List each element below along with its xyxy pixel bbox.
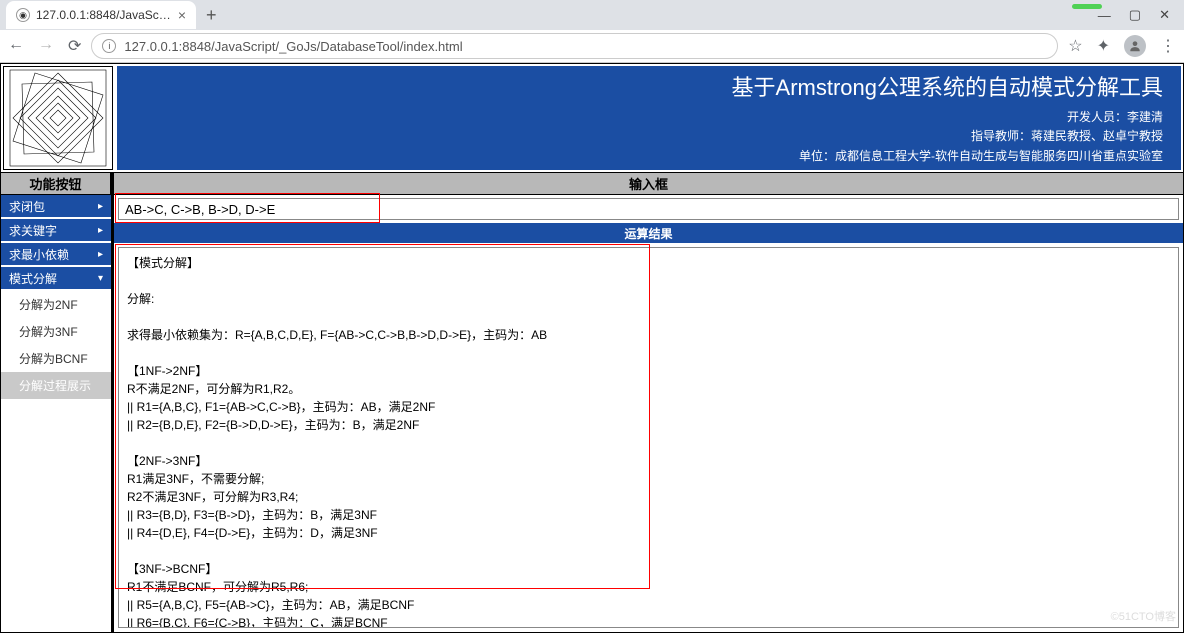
browser-chrome: ◉ 127.0.0.1:8848/JavaScript/_Go… × + — ▢… — [0, 0, 1184, 63]
sidebar-sub-bcnf[interactable]: 分解为BCNF — [1, 345, 111, 372]
sidebar-item-label: 求闭包 — [9, 198, 45, 215]
new-tab-button[interactable]: + — [196, 5, 227, 26]
close-icon[interactable]: × — [178, 7, 186, 23]
banner-dev: 开发人员：李建清 — [799, 108, 1163, 127]
result-output: 【模式分解】 分解: 求得最小依赖集为：R={A,B,C,D,E}, F={AB… — [118, 247, 1179, 628]
window-traffic-indicator — [1072, 4, 1102, 9]
kebab-menu-icon[interactable]: ⋮ — [1160, 36, 1176, 56]
browser-tab[interactable]: ◉ 127.0.0.1:8848/JavaScript/_Go… × — [6, 1, 196, 29]
sidebar-item-label: 求最小依赖 — [9, 246, 69, 263]
minimize-icon[interactable]: — — [1098, 8, 1111, 23]
result-section-header: 运算结果 — [114, 223, 1183, 243]
extensions-icon[interactable]: ✦ — [1097, 36, 1110, 56]
chevron-down-icon — [98, 273, 103, 284]
sidebar: 功能按钮 求闭包 求关键字 求最小依赖 模式分解 分解为2NF 分解为3NF 分… — [1, 173, 113, 632]
tab-title: 127.0.0.1:8848/JavaScript/_Go… — [36, 8, 172, 22]
sidebar-item-closure[interactable]: 求闭包 — [1, 195, 111, 219]
sidebar-item-decompose[interactable]: 模式分解 — [1, 267, 111, 291]
page-banner: 基于Armstrong公理系统的自动模式分解工具 开发人员：李建清 指导教师：蒋… — [0, 63, 1184, 173]
sidebar-header: 功能按钮 — [1, 173, 111, 195]
close-window-icon[interactable]: ✕ — [1159, 7, 1170, 23]
back-icon[interactable]: ← — [8, 36, 24, 56]
banner-content: 基于Armstrong公理系统的自动模式分解工具 开发人员：李建清 指导教师：蒋… — [117, 66, 1181, 170]
bookmark-icon[interactable]: ☆ — [1068, 36, 1082, 56]
reload-icon[interactable]: ⟳ — [68, 36, 81, 56]
input-section-header: 输入框 — [114, 173, 1183, 195]
page-title: 基于Armstrong公理系统的自动模式分解工具 — [732, 70, 1163, 102]
chevron-right-icon — [98, 249, 103, 260]
profile-avatar-icon[interactable] — [1124, 35, 1146, 57]
address-bar: ← → ⟳ i 127.0.0.1:8848/JavaScript/_GoJs/… — [0, 30, 1184, 62]
sidebar-sub-3nf[interactable]: 分解为3NF — [1, 318, 111, 345]
chevron-right-icon — [98, 225, 103, 236]
url-text: 127.0.0.1:8848/JavaScript/_GoJs/Database… — [124, 39, 462, 54]
maximize-icon[interactable]: ▢ — [1129, 7, 1141, 23]
fd-input[interactable] — [118, 198, 1179, 220]
chevron-right-icon — [98, 201, 103, 212]
sidebar-item-label: 模式分解 — [9, 270, 57, 287]
tab-strip: ◉ 127.0.0.1:8848/JavaScript/_Go… × + — ▢… — [0, 0, 1184, 30]
page-body: 功能按钮 求闭包 求关键字 求最小依赖 模式分解 分解为2NF 分解为3NF 分… — [0, 173, 1184, 633]
main-column: 输入框 运算结果 【模式分解】 分解: 求得最小依赖集为：R={A,B,C,D,… — [113, 173, 1183, 632]
window-controls: — ▢ ✕ — [1098, 7, 1184, 23]
banner-teacher: 指导教师：蒋建民教授、赵卓宁教授 — [799, 127, 1163, 146]
sidebar-sub-2nf[interactable]: 分解为2NF — [1, 291, 111, 318]
sidebar-sub-process[interactable]: 分解过程展示 — [1, 372, 111, 399]
result-area: 【模式分解】 分解: 求得最小依赖集为：R={A,B,C,D,E}, F={AB… — [114, 243, 1183, 632]
sidebar-item-label: 求关键字 — [9, 222, 57, 239]
forward-icon[interactable]: → — [38, 36, 54, 56]
banner-unit: 单位：成都信息工程大学-软件自动生成与智能服务四川省重点实验室 — [799, 147, 1163, 166]
site-info-icon[interactable]: i — [102, 39, 116, 53]
url-input[interactable]: i 127.0.0.1:8848/JavaScript/_GoJs/Databa… — [91, 33, 1058, 59]
input-area — [114, 195, 1183, 223]
sidebar-item-min-dep[interactable]: 求最小依赖 — [1, 243, 111, 267]
globe-icon: ◉ — [16, 8, 30, 22]
sidebar-item-key[interactable]: 求关键字 — [1, 219, 111, 243]
logo — [3, 66, 113, 170]
